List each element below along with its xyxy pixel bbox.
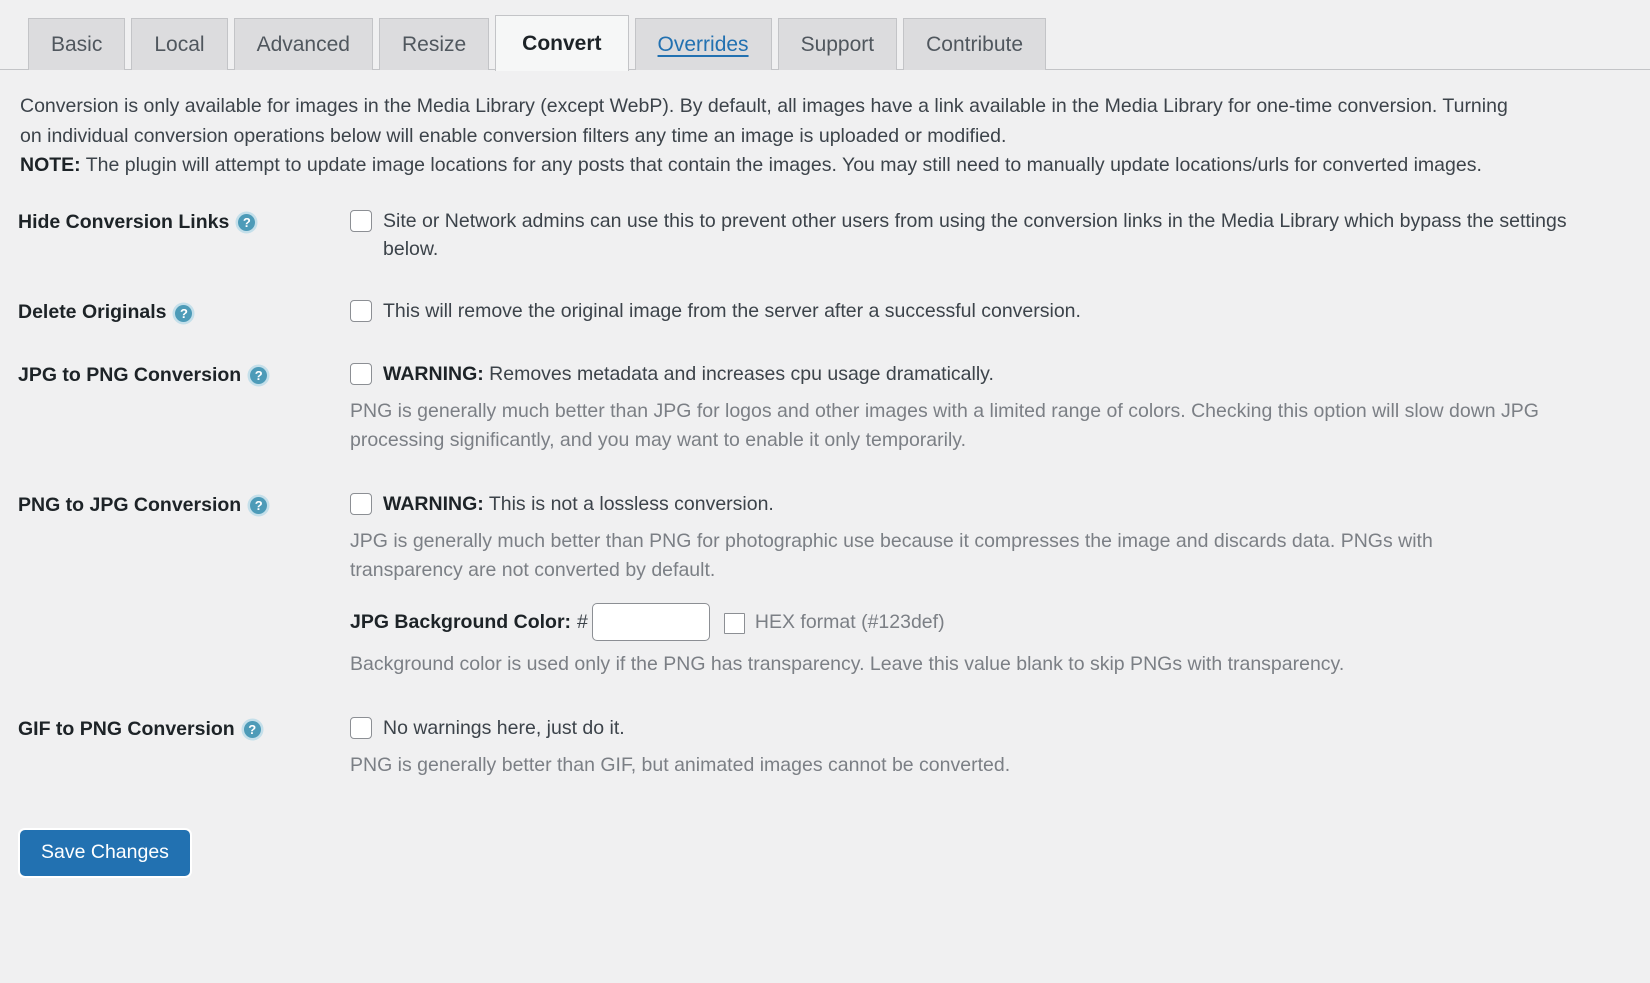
hide-conversion-links-checkbox[interactable] — [350, 209, 372, 232]
setting-field-png-to-jpg-conversion: WARNING: This is not a lossless conversi… — [336, 490, 1630, 680]
hide-conversion-links-checkbox-label: Site or Network admins can use this to p… — [383, 209, 1567, 261]
hex-format-checkbox[interactable] — [723, 613, 745, 635]
png-to-jpg-conversion-checkbox-label: WARNING: This is not a lossless conversi… — [383, 490, 774, 518]
setting-label-hide-conversion-links: Hide Conversion Links ? — [18, 207, 336, 235]
png-to-jpg-conversion-description: JPG is generally much better than PNG fo… — [350, 529, 1433, 582]
checkbox-line: This will remove the original image from… — [350, 297, 1630, 325]
settings-page: Basic Local Advanced Resize Convert Over… — [0, 0, 1650, 983]
setting-label-png-to-jpg-conversion: PNG to JPG Conversion ? — [18, 490, 336, 518]
jpg-to-png-conversion-description: PNG is generally much better than JPG fo… — [350, 400, 1539, 452]
tab-resize-label: Resize — [401, 33, 467, 56]
checkbox-line: WARNING: Removes metadata and increases … — [350, 360, 1630, 388]
tab-convert-label: Convert — [522, 32, 602, 55]
setting-label-text: GIF to PNG Conversion — [18, 717, 235, 740]
save-button-container: Save Changes — [0, 814, 1650, 877]
setting-row-gif-to-png-conversion: GIF to PNG Conversion ? No warnings here… — [0, 714, 1650, 781]
tab-contribute-label: Contribute — [926, 33, 1024, 56]
checkbox-line: Site or Network admins can use this to p… — [350, 207, 1630, 264]
jpg-background-color-row: JPG Background Color: # HEX format (#123… — [350, 603, 1630, 642]
setting-label-text: JPG to PNG Conversion — [18, 363, 242, 386]
intro-note-text: The plugin will attempt to update image … — [80, 154, 1482, 177]
setting-field-gif-to-png-conversion: No warnings here, just do it. PNG is gen… — [336, 714, 1630, 781]
gif-to-png-conversion-checkbox[interactable] — [350, 716, 372, 739]
tab-contribute[interactable]: Contribute — [903, 18, 1047, 70]
tab-resize[interactable]: Resize — [378, 18, 490, 70]
question-mark-circle-icon[interactable]: ? — [175, 304, 193, 322]
setting-label-gif-to-png-conversion: GIF to PNG Conversion ? — [18, 714, 336, 742]
checkbox-line: No warnings here, just do it. — [350, 714, 1630, 742]
jpg-to-png-conversion-checkbox[interactable] — [350, 362, 372, 385]
hash-symbol: # — [577, 610, 588, 633]
hex-format-group — [723, 610, 745, 635]
warning-prefix: WARNING: — [383, 492, 484, 515]
delete-originals-checkbox-label: This will remove the original image from… — [383, 300, 1081, 323]
warning-body: This is not a lossless conversion. — [483, 492, 774, 515]
tab-overrides-label: Overrides — [657, 33, 749, 56]
setting-field-jpg-to-png-conversion: WARNING: Removes metadata and increases … — [336, 360, 1630, 456]
setting-field-delete-originals: This will remove the original image from… — [336, 297, 1630, 325]
save-changes-button[interactable]: Save Changes — [20, 830, 190, 877]
setting-field-hide-conversion-links: Site or Network admins can use this to p… — [336, 207, 1630, 264]
jpg-background-color-description: Background color is used only if the PNG… — [350, 653, 1345, 676]
question-mark-circle-icon[interactable]: ? — [250, 366, 268, 384]
question-mark-circle-icon[interactable]: ? — [250, 496, 268, 514]
setting-label-jpg-to-png-conversion: JPG to PNG Conversion ? — [18, 360, 336, 388]
settings-tab-bar: Basic Local Advanced Resize Convert Over… — [0, 0, 1650, 71]
png-to-jpg-conversion-checkbox[interactable] — [350, 492, 372, 515]
setting-label-text: PNG to JPG Conversion — [18, 493, 242, 516]
question-mark-circle-icon[interactable]: ? — [243, 720, 261, 738]
tab-basic[interactable]: Basic — [28, 18, 126, 70]
tab-local-label: Local — [154, 33, 205, 56]
gif-to-png-conversion-checkbox-label: No warnings here, just do it. — [383, 716, 625, 739]
setting-label-text: Hide Conversion Links — [18, 210, 230, 233]
gif-to-png-conversion-description: PNG is generally better than GIF, but an… — [350, 753, 1011, 776]
checkbox-line: WARNING: This is not a lossless conversi… — [350, 490, 1630, 518]
delete-originals-checkbox[interactable] — [350, 300, 372, 323]
jpg-to-png-conversion-checkbox-label: WARNING: Removes metadata and increases … — [383, 360, 994, 388]
setting-row-png-to-jpg-conversion: PNG to JPG Conversion ? WARNING: This is… — [0, 490, 1650, 680]
tab-convert[interactable]: Convert — [495, 15, 629, 71]
intro-note-label: NOTE: — [20, 154, 81, 177]
jpg-background-color-input[interactable] — [591, 603, 710, 642]
setting-label-delete-originals: Delete Originals ? — [18, 297, 336, 325]
tab-advanced-label: Advanced — [256, 33, 350, 56]
tab-local[interactable]: Local — [131, 18, 228, 70]
intro-description: Conversion is only available for images … — [0, 70, 1560, 181]
hex-format-label: HEX format (#123def) — [754, 610, 945, 633]
warning-body: Removes metadata and increases cpu usage… — [483, 362, 994, 385]
jpg-background-color-label: JPG Background Color: — [350, 610, 572, 633]
setting-label-text: Delete Originals — [18, 301, 167, 324]
question-mark-circle-icon[interactable]: ? — [238, 214, 256, 232]
setting-row-hide-conversion-links: Hide Conversion Links ? Site or Network … — [0, 207, 1650, 264]
intro-paragraph: Conversion is only available for images … — [20, 95, 1508, 147]
warning-prefix: WARNING: — [383, 362, 484, 385]
settings-list: Hide Conversion Links ? Site or Network … — [0, 207, 1650, 780]
tab-overrides[interactable]: Overrides — [634, 18, 772, 70]
tab-support-label: Support — [800, 33, 875, 56]
setting-row-jpg-to-png-conversion: JPG to PNG Conversion ? WARNING: Removes… — [0, 360, 1650, 456]
tab-support[interactable]: Support — [777, 18, 898, 70]
setting-row-delete-originals: Delete Originals ? This will remove the … — [0, 297, 1650, 325]
tab-basic-label: Basic — [51, 33, 103, 56]
intro-note: NOTE: The plugin will attempt to update … — [20, 151, 1534, 181]
tab-advanced[interactable]: Advanced — [233, 18, 373, 70]
